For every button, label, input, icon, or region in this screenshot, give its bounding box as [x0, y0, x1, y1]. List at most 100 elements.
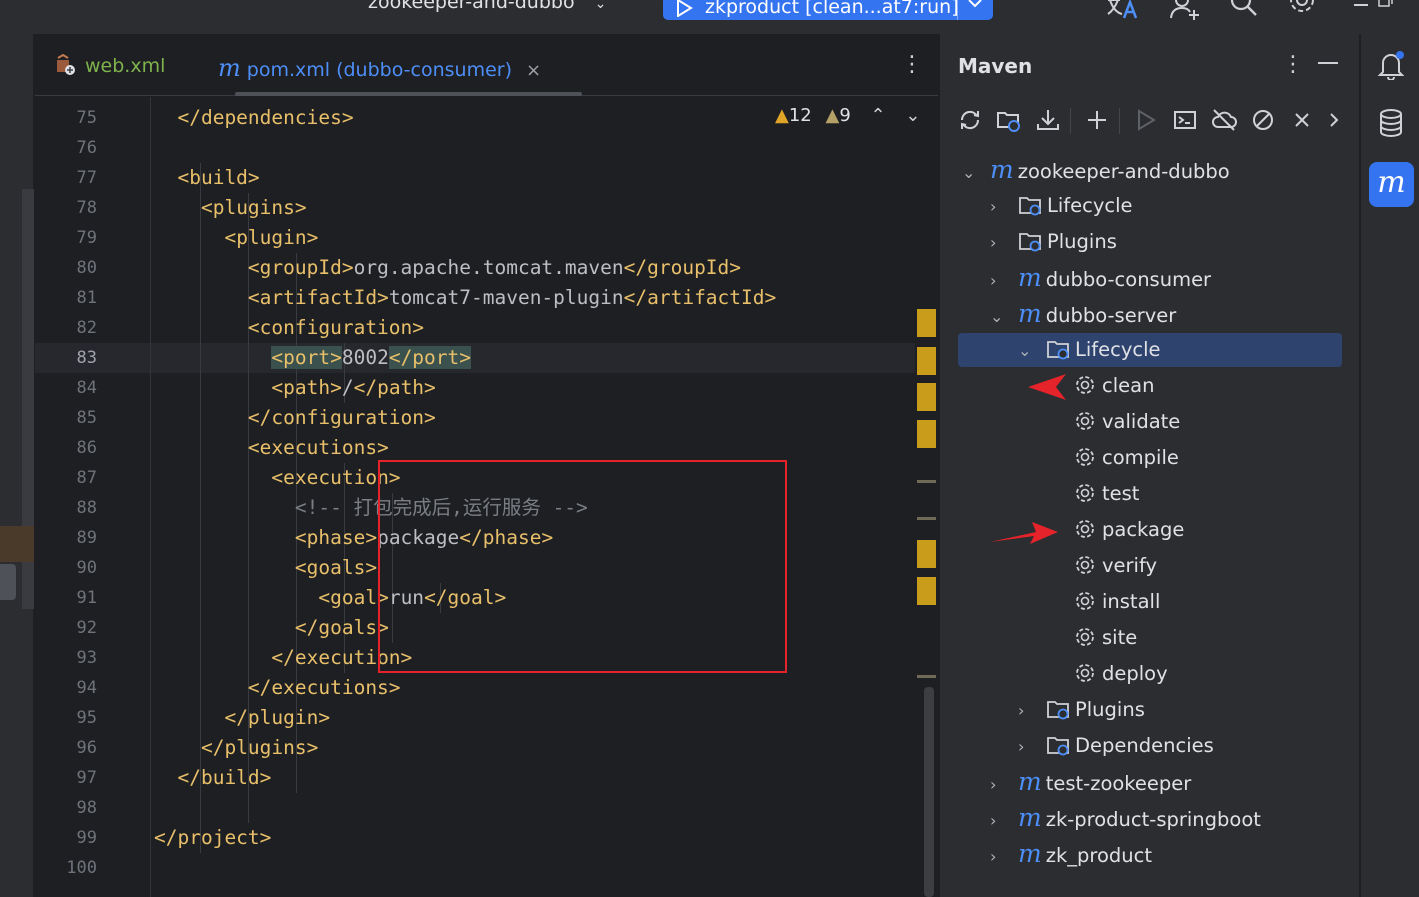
code-line[interactable] [154, 853, 776, 883]
line-number[interactable]: 99 [35, 823, 97, 853]
code-line[interactable]: <executions> [154, 433, 776, 463]
reload-icon[interactable] [956, 106, 984, 134]
code-line[interactable] [154, 793, 776, 823]
tree-item-plugins[interactable]: › Plugins [990, 224, 1117, 260]
line-number[interactable]: 89 [35, 523, 97, 553]
line-number[interactable]: 80 [35, 253, 97, 283]
tree-item-compile[interactable]: compile [1046, 440, 1179, 476]
tree-item-test[interactable]: test [1046, 476, 1139, 512]
tree-item-deploy[interactable]: deploy [1046, 656, 1168, 692]
tab-pom-xml[interactable]: m pom.xml (dubbo-consumer) × [218, 54, 541, 82]
code-line[interactable]: <plugin> [154, 223, 776, 253]
download-icon[interactable] [1034, 106, 1062, 134]
line-number[interactable]: 98 [35, 793, 97, 823]
translate-icon[interactable] [1106, 0, 1140, 20]
gear-icon[interactable] [1288, 0, 1316, 20]
line-number[interactable]: 78 [35, 193, 97, 223]
chevron-right-icon[interactable]: › [1018, 693, 1046, 729]
tree-item-lifecycle[interactable]: › Lifecycle [990, 188, 1133, 224]
line-number[interactable]: 91 [35, 583, 97, 613]
chevron-right-icon[interactable]: › [990, 263, 1018, 299]
line-number[interactable]: 81 [35, 283, 97, 313]
code-line[interactable]: <plugins> [154, 193, 776, 223]
skip-tests-icon[interactable] [1249, 106, 1277, 134]
line-number[interactable]: 95 [35, 703, 97, 733]
line-number[interactable]: 75 [35, 103, 97, 133]
chevron-down-icon[interactable]: ⌄ [1018, 333, 1046, 369]
tree-item-verify[interactable]: verify [1046, 548, 1157, 584]
add-icon[interactable] [1083, 106, 1111, 134]
line-number[interactable]: 93 [35, 643, 97, 673]
tree-item-package[interactable]: package [1046, 512, 1184, 548]
info-marker[interactable] [917, 675, 936, 678]
previous-highlight-icon[interactable]: ⌃ [871, 105, 886, 126]
code-line[interactable]: <build> [154, 163, 776, 193]
close-icon[interactable]: × [526, 60, 541, 81]
warning-marker[interactable] [917, 577, 936, 605]
code-line[interactable]: </dependencies> [154, 103, 776, 133]
line-number[interactable]: 97 [35, 763, 97, 793]
tree-item-test-zookeeper[interactable]: › m test-zookeeper [990, 764, 1191, 800]
run-configuration-button[interactable]: zkproduct [clean...at7:run] [663, 0, 993, 20]
line-number[interactable]: 94 [35, 673, 97, 703]
database-icon[interactable] [1378, 108, 1404, 138]
line-number[interactable]: 92 [35, 613, 97, 643]
tree-item-zk-product-springboot[interactable]: › m zk-product-springboot [990, 800, 1261, 836]
more-chevron-icon[interactable] [1320, 106, 1348, 134]
chevron-down-icon[interactable]: ⌄ [990, 299, 1018, 335]
chevron-right-icon[interactable]: › [990, 189, 1018, 225]
code-line[interactable] [154, 133, 776, 163]
info-marker[interactable] [917, 480, 936, 483]
code-line[interactable]: <artifactId>tomcat7-maven-plugin</artifa… [154, 283, 776, 313]
tree-item-dependencies[interactable]: › Dependencies [1018, 728, 1214, 764]
tree-item-zk-product[interactable]: › m zk_product [990, 836, 1152, 872]
offline-icon[interactable] [1210, 106, 1238, 134]
line-number[interactable]: 85 [35, 403, 97, 433]
chevron-right-icon[interactable]: › [990, 225, 1018, 261]
tree-item-validate[interactable]: validate [1046, 404, 1180, 440]
warning-marker[interactable] [917, 420, 936, 448]
left-tool-tab-handle[interactable] [0, 564, 16, 600]
error-stripe[interactable] [917, 97, 938, 897]
minimize-icon[interactable] [1318, 62, 1338, 64]
chevron-right-icon[interactable]: › [990, 767, 1018, 803]
line-number[interactable]: 83 [35, 343, 97, 373]
line-number[interactable]: 86 [35, 433, 97, 463]
code-line[interactable]: </configuration> [154, 403, 776, 433]
project-switcher[interactable]: zookeeper-and-dubbo ⌄ [368, 0, 606, 13]
tree-item-zookeeper-and-dubbo[interactable]: ⌄ m zookeeper-and-dubbo [962, 152, 1230, 188]
code-line[interactable]: </plugins> [154, 733, 776, 763]
code-line[interactable]: </executions> [154, 673, 776, 703]
line-number[interactable]: 77 [35, 163, 97, 193]
line-number[interactable]: 90 [35, 553, 97, 583]
line-number[interactable]: 87 [35, 463, 97, 493]
code-line[interactable]: <path>/</path> [154, 373, 776, 403]
maven-tool-button[interactable]: m [1369, 162, 1414, 207]
collapse-icon[interactable] [1288, 106, 1316, 134]
left-tool-tab-active[interactable] [0, 526, 34, 562]
tree-item-lifecycle[interactable]: ⌄ Lifecycle [1018, 332, 1161, 368]
tab-web-xml[interactable]: web.xml [55, 54, 165, 77]
inspection-widget[interactable]: ▲12 ▲9 ⌃ ⌄ [775, 105, 920, 126]
execute-goal-icon[interactable] [1171, 106, 1199, 134]
chevron-down-icon[interactable] [967, 0, 983, 8]
line-number[interactable]: 82 [35, 313, 97, 343]
code-line[interactable]: </build> [154, 763, 776, 793]
more-vertical-icon[interactable]: ⋮ [901, 52, 923, 77]
chevron-right-icon[interactable]: › [1018, 729, 1046, 765]
tree-item-site[interactable]: site [1046, 620, 1137, 656]
tree-item-plugins[interactable]: › Plugins [1018, 692, 1145, 728]
add-user-icon[interactable] [1170, 0, 1200, 20]
warning-marker[interactable] [917, 540, 936, 568]
line-number[interactable]: 100 [35, 853, 97, 883]
reload-folder-icon[interactable] [995, 106, 1023, 134]
chevron-right-icon[interactable]: › [990, 803, 1018, 839]
code-line[interactable]: </plugin> [154, 703, 776, 733]
code-line[interactable]: <groupId>org.apache.tomcat.maven</groupI… [154, 253, 776, 283]
tree-item-dubbo-server[interactable]: ⌄ m dubbo-server [990, 296, 1176, 332]
code-line[interactable]: </project> [154, 823, 776, 853]
run-icon[interactable] [1132, 106, 1160, 134]
line-number[interactable]: 79 [35, 223, 97, 253]
line-number[interactable]: 76 [35, 133, 97, 163]
warning-marker[interactable] [917, 347, 936, 375]
